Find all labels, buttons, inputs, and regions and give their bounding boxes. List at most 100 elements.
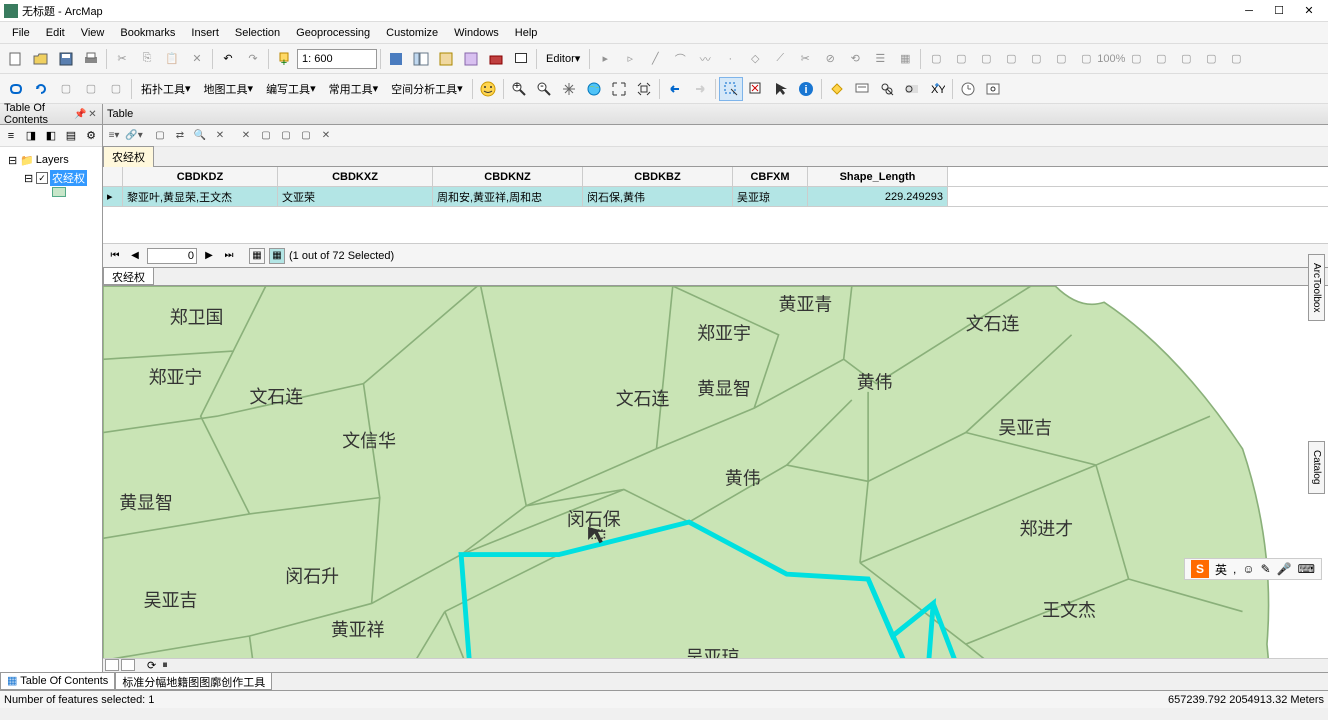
list-by-selection-icon[interactable]: ▤ (62, 127, 80, 145)
georef-btn-6[interactable]: ▢ (1049, 47, 1073, 71)
georef-btn-5[interactable]: ▢ (1024, 47, 1048, 71)
maximize-button[interactable]: ☐ (1264, 1, 1294, 21)
ime-voice-button[interactable]: 🎤 (1277, 562, 1292, 576)
georef-btn-4[interactable]: ▢ (999, 47, 1023, 71)
menu-insert[interactable]: Insert (183, 24, 227, 42)
back-extent[interactable] (663, 77, 687, 101)
catalog-tab[interactable]: Catalog (1308, 441, 1325, 493)
tbl-tool-2[interactable]: ▢ (277, 127, 295, 145)
scale-input[interactable] (297, 49, 377, 69)
redo-button[interactable]: ↷ (241, 47, 265, 71)
straight-segment[interactable]: ╱ (643, 47, 667, 71)
copy-button[interactable]: ⎘ (135, 47, 159, 71)
hyperlink-tool[interactable] (825, 77, 849, 101)
db-tool-1[interactable]: ▢ (54, 77, 78, 101)
show-selected-button[interactable]: ▦ (269, 248, 285, 264)
zoom-selected-button[interactable]: 🔍 (191, 127, 209, 145)
list-by-drawing-icon[interactable]: ≡ (2, 127, 20, 145)
reshape-tool[interactable]: ⟋ (768, 47, 792, 71)
tbl-tool-3[interactable]: ▢ (297, 127, 315, 145)
new-button[interactable] (4, 47, 28, 71)
edit-tool[interactable]: ▸ (593, 47, 617, 71)
list-by-source-icon[interactable]: ◨ (22, 127, 40, 145)
menu-windows[interactable]: Windows (446, 24, 507, 42)
bottom-tab[interactable]: 农经权 (103, 268, 154, 285)
undo-button[interactable]: ↶ (216, 47, 240, 71)
expand-icon[interactable]: ⊟ (24, 172, 36, 185)
ime-punct-button[interactable]: , (1233, 562, 1236, 576)
db-tool-3[interactable]: ▢ (104, 77, 128, 101)
delete-button[interactable]: ✕ (185, 47, 209, 71)
menu-bookmarks[interactable]: Bookmarks (112, 24, 183, 42)
map-view[interactable]: 黄亚青郑卫国郑亚宇文石连郑亚宁文石连黄显智黄伟吴亚吉文石连文信华黄伟黄显智闵石保… (103, 286, 1328, 672)
fixed-zoom-in[interactable] (607, 77, 631, 101)
zoom-in-tool[interactable]: + (507, 77, 531, 101)
menu-geoprocessing[interactable]: Geoprocessing (288, 24, 378, 42)
refresh-icon[interactable]: ⟳ (147, 659, 156, 672)
pause-icon[interactable]: ⏸ (162, 659, 168, 672)
layer-checkbox[interactable]: ✓ (36, 172, 48, 184)
refresh-tool[interactable] (29, 77, 53, 101)
db-tool-2[interactable]: ▢ (79, 77, 103, 101)
add-data-button[interactable]: + (272, 47, 296, 71)
bottom-tab[interactable]: 标准分幅地籍图图廓创作工具 (115, 673, 272, 690)
select-elements[interactable] (769, 77, 793, 101)
col-header[interactable]: CBFXM (733, 167, 808, 186)
full-extent-tool[interactable] (582, 77, 606, 101)
cell[interactable]: 闵石保,黄伟 (583, 187, 733, 206)
identify-tool[interactable]: i (794, 77, 818, 101)
print-button[interactable] (79, 47, 103, 71)
switch-selection-button[interactable]: ⇄ (171, 127, 189, 145)
georef-btn-11[interactable]: ▢ (1199, 47, 1223, 71)
close-button[interactable]: ✕ (1294, 1, 1324, 21)
cell[interactable]: 吴亚琼 (733, 187, 808, 206)
list-by-visibility-icon[interactable]: ◧ (42, 127, 60, 145)
tbl-close-x[interactable]: ✕ (317, 127, 335, 145)
ime-emoji-button[interactable]: ☺ (1242, 562, 1254, 576)
sketch-properties[interactable]: ▦ (893, 47, 917, 71)
table-options-dropdown[interactable]: ≡▾ (105, 127, 123, 145)
georef-btn-1[interactable]: ▢ (924, 47, 948, 71)
col-header[interactable]: CBDKNZ (433, 167, 583, 186)
georef-btn-8[interactable]: ▢ (1124, 47, 1148, 71)
tbl-tool-1[interactable]: ▢ (257, 127, 275, 145)
clear-selection[interactable] (744, 77, 768, 101)
related-tables-dropdown[interactable]: 🔗▾ (125, 127, 143, 145)
save-button[interactable] (54, 47, 78, 71)
col-header[interactable]: CBDKDZ (123, 167, 278, 186)
show-all-button[interactable]: ▦ (249, 248, 265, 264)
emoji-tool[interactable] (476, 77, 500, 101)
col-header[interactable]: CBDKXZ (278, 167, 433, 186)
georef-btn-12[interactable]: ▢ (1224, 47, 1248, 71)
point-tool[interactable]: · (718, 47, 742, 71)
clear-selection-button[interactable]: ✕ (211, 127, 229, 145)
open-button[interactable] (29, 47, 53, 71)
col-header[interactable]: Shape_Length (808, 167, 948, 186)
edit-vertices[interactable]: ◇ (743, 47, 767, 71)
record-input[interactable] (147, 248, 197, 264)
search-window-button[interactable] (459, 47, 483, 71)
go-to-xy[interactable]: XY (925, 77, 949, 101)
toc-button[interactable] (409, 47, 433, 71)
toc-close-button[interactable]: ✕ (87, 107, 98, 121)
fixed-zoom-out[interactable] (632, 77, 656, 101)
first-record-button[interactable]: ⏮ (107, 248, 123, 264)
find-route[interactable] (900, 77, 924, 101)
trace-tool[interactable]: 〰 (693, 47, 717, 71)
zoom-out-tool[interactable]: - (532, 77, 556, 101)
minimize-button[interactable]: ─ (1234, 1, 1264, 21)
expand-icon[interactable]: ⊟ (8, 154, 20, 167)
next-record-button[interactable]: ▶ (201, 248, 217, 264)
bottom-tab[interactable]: ▦ Table Of Contents (0, 673, 115, 690)
editor-toolbar-button[interactable] (384, 47, 408, 71)
select-by-attr-button[interactable]: ▢ (151, 127, 169, 145)
attributes-button[interactable]: ☰ (868, 47, 892, 71)
link-tool[interactable] (4, 77, 28, 101)
ime-lang-button[interactable]: 英 (1215, 561, 1227, 578)
catalog-button[interactable] (434, 47, 458, 71)
html-popup[interactable] (850, 77, 874, 101)
ime-handwrite-button[interactable]: ✎ (1261, 562, 1271, 576)
zoom-percent[interactable]: 100% (1099, 47, 1123, 71)
pan-tool[interactable] (557, 77, 581, 101)
create-viewer[interactable] (981, 77, 1005, 101)
